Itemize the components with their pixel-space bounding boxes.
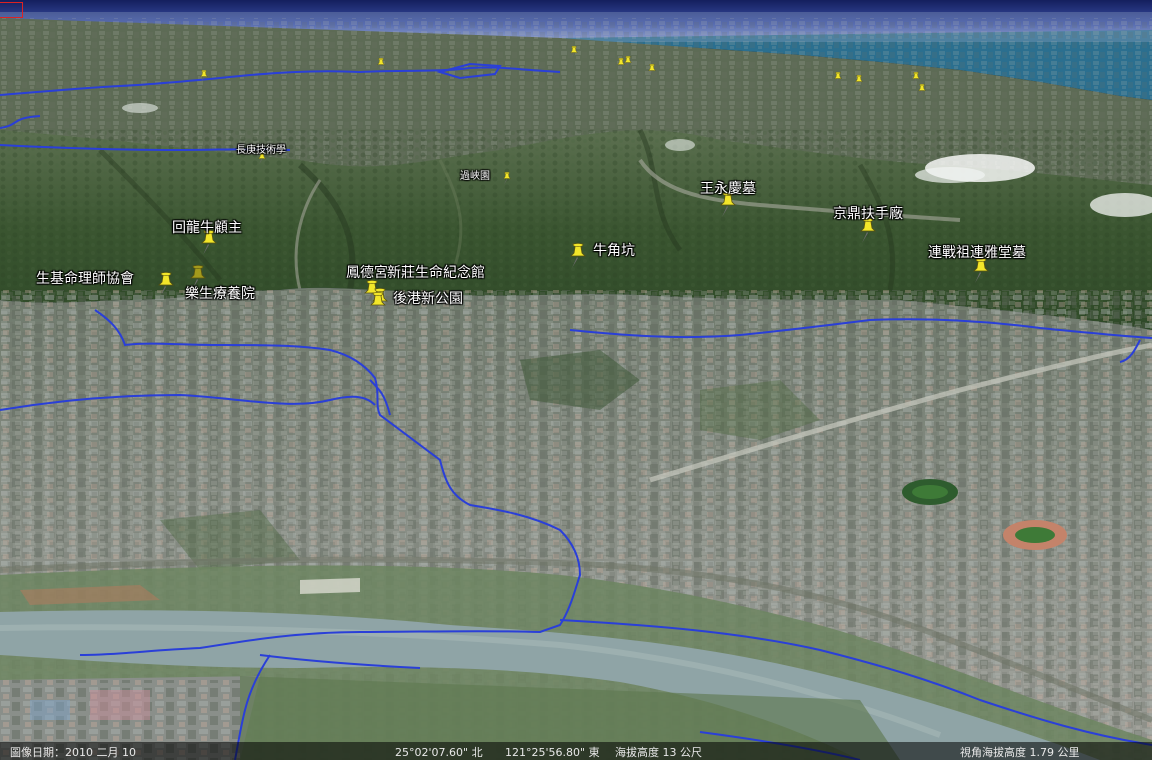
distant-placemark-pin-icon[interactable] bbox=[570, 46, 578, 59]
distant-placemark-pin-icon[interactable] bbox=[855, 75, 863, 88]
placemark-label[interactable]: 後港新公園 bbox=[393, 288, 463, 308]
distant-placemark-pin-icon[interactable] bbox=[648, 64, 656, 77]
placemark-pin-icon[interactable] bbox=[503, 172, 511, 185]
eye-altitude-readout: 視角海拔高度 1.79 公里 bbox=[960, 746, 1080, 759]
placemark-label[interactable]: 牛角坑 bbox=[593, 240, 635, 260]
distant-placemark-pin-icon[interactable] bbox=[834, 72, 842, 85]
placemark-label[interactable]: 新莊生命紀念館 bbox=[387, 262, 485, 282]
distant-placemark-pin-icon[interactable] bbox=[624, 56, 632, 69]
placemark-label[interactable]: 京鼎扶手廠 bbox=[833, 203, 903, 223]
distant-placemark-pin-icon[interactable] bbox=[918, 84, 926, 97]
elevation-readout: 海拔高度 13 公尺 bbox=[615, 746, 702, 759]
placemark-label[interactable]: 生基命理師協會 bbox=[36, 268, 134, 288]
map-viewport[interactable]: 長庚技術學過峽園王永慶墓京鼎扶手廠回龍牛顧主牛角坑 連戰祖連雅堂墓生基命理師協會樂… bbox=[0, 0, 1152, 760]
placemark-pin-icon[interactable] bbox=[570, 243, 586, 269]
placemark-label[interactable]: 王永慶墓 bbox=[700, 178, 756, 198]
terrain-view[interactable] bbox=[0, 0, 1152, 760]
selection-indicator bbox=[0, 2, 23, 18]
distant-placemark-pin-icon[interactable] bbox=[200, 70, 208, 83]
placemark-pin-icon[interactable] bbox=[158, 272, 174, 298]
placemark-label[interactable]: 回龍牛顧主 bbox=[172, 217, 242, 237]
placemark-label[interactable]: 樂生療養院 bbox=[185, 283, 255, 303]
placemark-label[interactable]: 過峽園 bbox=[460, 167, 490, 182]
placemark-label[interactable]: 鳳德宮 bbox=[346, 262, 388, 282]
latitude-readout: 25°02'07.60" 北 bbox=[395, 746, 483, 759]
imagery-date: 圖像日期：2010 二月 10 bbox=[10, 746, 136, 759]
placemark-pin-icon[interactable] bbox=[370, 292, 386, 318]
placemark-label[interactable]: 長庚技術學 bbox=[236, 141, 286, 156]
longitude-readout: 121°25'56.80" 東 bbox=[505, 746, 600, 759]
status-bar: 圖像日期：2010 二月 10 25°02'07.60" 北 121°25'56… bbox=[0, 742, 1152, 760]
placemark-label[interactable]: 連戰祖連雅堂墓 bbox=[928, 242, 1026, 262]
distant-placemark-pin-icon[interactable] bbox=[377, 58, 385, 71]
